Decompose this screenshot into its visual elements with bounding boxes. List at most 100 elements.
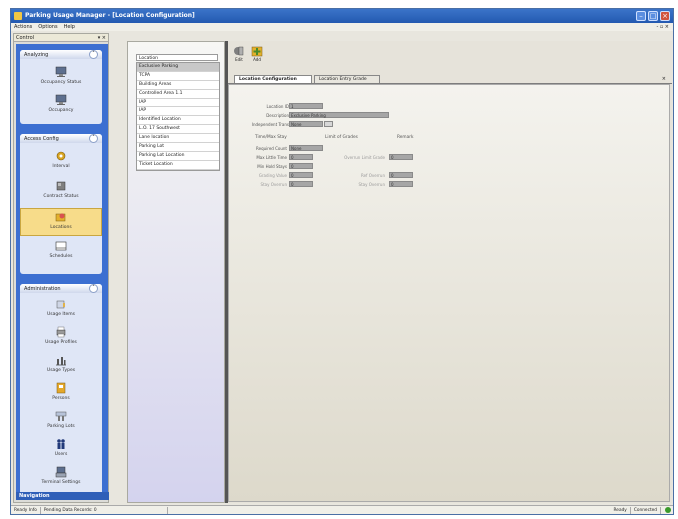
nav-item-locations[interactable]: Locations (20, 208, 102, 236)
status-segment: Connected (631, 506, 661, 514)
nav-item-usage-profiles[interactable]: Usage Profiles (20, 324, 102, 352)
location-id-label: Location ID (266, 104, 289, 109)
terminal-icon (55, 466, 67, 478)
badge-icon (56, 382, 66, 394)
edit-button-label: Edit (235, 57, 243, 62)
nav-group-header[interactable]: Access Config ˄ (20, 134, 102, 143)
tab-location-configuration[interactable]: Location Configuration (234, 75, 312, 83)
description-label: Description (266, 113, 289, 118)
overrun-limit-field[interactable]: 0 (389, 154, 413, 160)
nav-group-header[interactable]: Analyzing ˄ (20, 50, 102, 59)
location-id-field[interactable]: 1 (289, 103, 323, 109)
list-item[interactable]: Exclusive Parking (137, 63, 219, 72)
nav-item-persons[interactable]: Persons (20, 380, 102, 408)
list-item[interactable]: TCPA (137, 72, 219, 81)
description-field[interactable]: Exclusive Parking (289, 112, 389, 118)
menu-help[interactable]: Help (64, 24, 75, 30)
app-window: Parking Usage Manager - [Location Config… (10, 8, 674, 515)
ref-overrun-label: Ref Overrun (360, 173, 385, 178)
overrun-limit-label: Overrun Limit Grade (344, 155, 385, 160)
list-item[interactable]: IAP (137, 107, 219, 117)
stay-overrun-label: Stay Overrun (260, 182, 287, 187)
right-stay-overrun-field[interactable]: 0 (389, 181, 413, 187)
collapse-icon[interactable]: ˄ (89, 134, 98, 143)
list-item[interactable]: IAP (137, 99, 219, 108)
list-item[interactable]: Building Areas (137, 81, 219, 90)
nav-item-label: Terminal Settings (41, 480, 81, 485)
list-item[interactable]: Parking Lot (137, 143, 219, 152)
menu-actions[interactable]: Actions (14, 24, 32, 30)
nav-item-parking-lots[interactable]: Parking Lots (20, 408, 102, 436)
list-item[interactable]: Controlled Area 1.1 (137, 90, 219, 99)
box-icon (56, 181, 66, 191)
nav-item-occupancy[interactable]: Occupancy (20, 92, 102, 120)
status-segment: Ready Info (11, 506, 41, 514)
close-tab-icon[interactable]: × (662, 76, 666, 82)
collapse-icon[interactable]: ˄ (89, 284, 98, 293)
max-little-time-field[interactable]: 0 (289, 154, 313, 160)
nav-item-schedules[interactable]: Schedules (20, 238, 102, 266)
max-little-time-label: Max Little Time (256, 155, 287, 160)
nav-item-users[interactable]: Users (20, 436, 102, 464)
mdi-controls[interactable]: - ▫ × (656, 24, 669, 30)
minimize-button[interactable]: – (636, 11, 646, 21)
add-icon (251, 46, 263, 57)
add-button[interactable]: Add (250, 45, 264, 69)
grading-value-label: Grading Value (258, 173, 287, 178)
min-hold-stays-field[interactable]: 0 (289, 163, 313, 169)
required-count-field[interactable]: None (289, 145, 323, 151)
form-area: Location ID 1 Description Exclusive Park… (228, 84, 670, 502)
nav-group-administration: Administration ˄ Usage Items Usage Profi… (20, 284, 102, 496)
nav-item-label: Interval (52, 164, 70, 169)
location-list-header[interactable]: Location (136, 54, 218, 61)
nav-item-usage-types[interactable]: Usage Types (20, 352, 102, 380)
add-button-label: Add (253, 57, 261, 62)
list-item[interactable]: Identified Location (137, 116, 219, 126)
title-bar: Parking Usage Manager - [Location Config… (11, 9, 673, 23)
menu-options[interactable]: Options (38, 24, 57, 30)
location-list: Exclusive Parking TCPA Building Areas Co… (136, 62, 220, 171)
nav-item-terminal-settings[interactable]: Terminal Settings (20, 464, 102, 492)
nav-item-usage-items[interactable]: Usage Items (20, 296, 102, 324)
stay-overrun-field[interactable]: 0 (289, 181, 313, 187)
nav-group-title: Analyzing (24, 51, 49, 58)
people-icon (57, 439, 65, 449)
list-item[interactable]: Ticket Location (137, 161, 219, 170)
list-item[interactable]: Parking Lot Location (137, 152, 219, 161)
nav-group-analyzing: Analyzing ˄ Occupancy Status Occupancy (20, 50, 102, 124)
schedule-icon (55, 241, 67, 251)
nav-item-interval[interactable]: Interval (20, 148, 102, 176)
chevron-down-icon[interactable] (324, 121, 333, 127)
min-hold-stays-label: Min Hold Stays (257, 164, 287, 169)
column-header-time: Time/Max Stay (255, 135, 287, 140)
status-segment: Pending Data Records: 0 (41, 506, 168, 514)
location-icon (55, 213, 66, 222)
monitor-icon (55, 94, 67, 105)
app-icon (14, 12, 22, 20)
location-list-panel: Location Exclusive Parking TCPA Building… (127, 41, 225, 503)
monitor-icon (55, 66, 67, 77)
nav-item-label: Usage Types (46, 368, 76, 373)
edit-icon (234, 46, 244, 56)
nav-item-occupancy-status[interactable]: Occupancy Status (20, 64, 102, 92)
chart-icon (56, 357, 66, 366)
close-button[interactable]: × (660, 11, 670, 21)
menu-bar: Actions Options Help - ▫ × (11, 23, 673, 31)
maximize-button[interactable]: □ (648, 11, 658, 21)
grading-value-field[interactable]: 0 (289, 172, 313, 178)
list-item[interactable]: Lane location (137, 134, 219, 144)
independent-select[interactable]: None (289, 121, 323, 127)
nav-footer-tab[interactable]: Navigation (16, 492, 109, 500)
nav-item-contract-status[interactable]: Contract Status (20, 178, 102, 206)
nav-group-header[interactable]: Administration ˄ (20, 284, 102, 293)
edit-button[interactable]: Edit (232, 45, 246, 69)
nav-group-title: Administration (24, 285, 61, 292)
tab-location-entry-grade[interactable]: Location Entry Grade (314, 75, 380, 83)
nav-header-controls[interactable]: ▾ × (98, 35, 106, 41)
nav-scroll-area[interactable]: Analyzing ˄ Occupancy Status Occupancy A… (16, 44, 108, 496)
list-item[interactable]: L.O. 17 Southwest (137, 125, 219, 135)
collapse-icon[interactable]: ˄ (89, 50, 98, 59)
nav-item-label: Parking Lots (47, 424, 75, 429)
ref-overrun-field[interactable]: 0 (389, 172, 413, 178)
nav-item-label: Persons (52, 396, 70, 401)
